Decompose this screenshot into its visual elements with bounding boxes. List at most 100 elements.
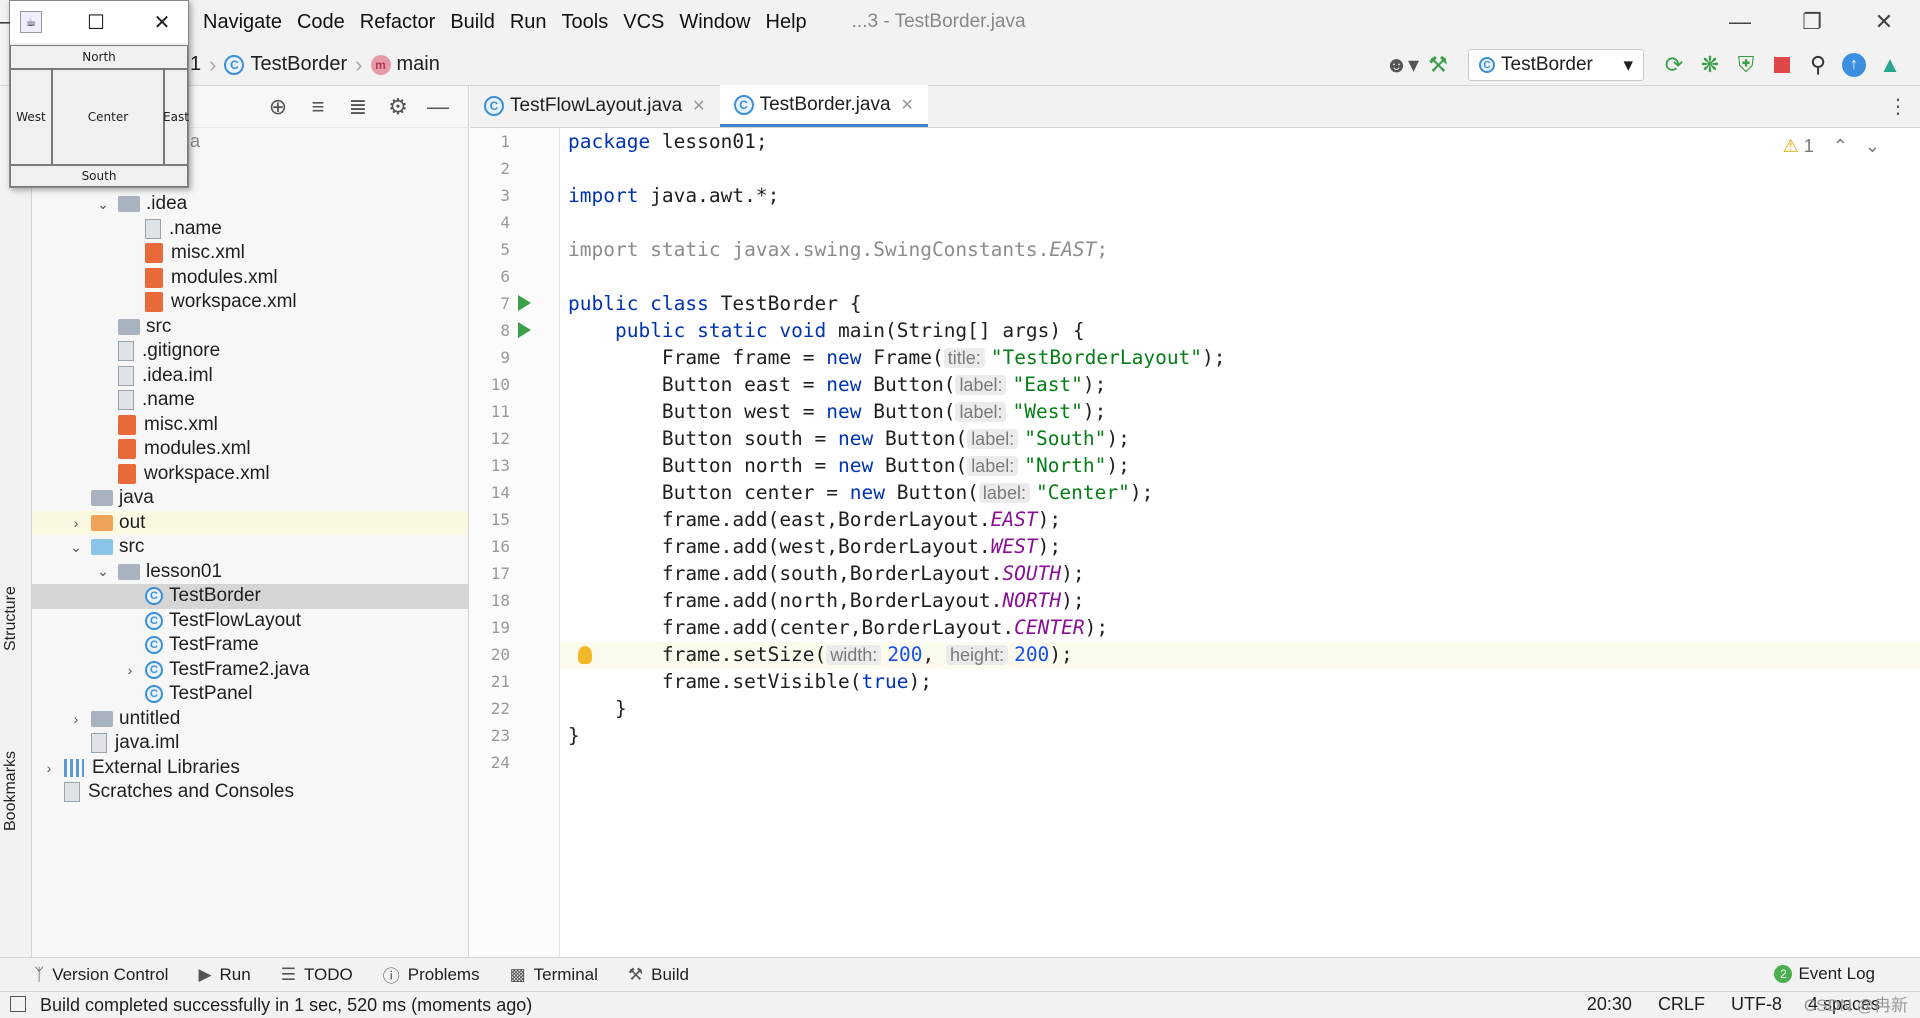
breadcrumb-method[interactable]: main — [397, 53, 440, 76]
minimize-icon[interactable]: — — [1704, 0, 1776, 44]
tool-problems[interactable]: ⓘ Problems — [383, 962, 480, 987]
tree-item[interactable]: › C TestFrame2.java — [32, 658, 468, 683]
inspection-widget[interactable]: ⚠ 1 ⌃ ⌄ — [1783, 136, 1880, 157]
line-separator[interactable]: CRLF — [1658, 994, 1705, 1015]
awt-center-button[interactable]: Center — [52, 69, 164, 165]
menu-help[interactable]: Help — [766, 11, 807, 34]
breadcrumb-class[interactable]: TestBorder — [250, 53, 347, 76]
menu-build[interactable]: Build — [450, 11, 494, 34]
collapse-all-icon[interactable]: ≣ — [338, 94, 378, 120]
close-tab-icon[interactable]: ✕ — [692, 96, 705, 116]
tree-item[interactable]: misc.xml — [32, 241, 468, 266]
code-line[interactable]: package lesson01; — [568, 125, 768, 158]
expand-all-icon[interactable]: ≡ — [298, 94, 338, 120]
chevron-right-icon[interactable]: › — [40, 760, 58, 776]
coverage-icon[interactable]: ⛨ — [1728, 49, 1764, 81]
tree-item[interactable]: modules.xml — [32, 266, 468, 291]
tree-item[interactable]: misc.xml — [32, 413, 468, 438]
menu-run[interactable]: Run — [510, 11, 547, 34]
run-configuration-select[interactable]: C TestBorder ▾ — [1468, 49, 1644, 81]
caret-position[interactable]: 20:30 — [1587, 994, 1632, 1015]
restore-icon[interactable]: ❐ — [1776, 0, 1848, 44]
chevron-right-icon[interactable]: › — [67, 711, 85, 727]
tree-item[interactable]: › out — [32, 510, 468, 535]
tree-item[interactable]: java — [32, 486, 468, 511]
tree-item[interactable]: .idea.iml — [32, 364, 468, 389]
tree-item[interactable]: workspace.xml — [32, 462, 468, 487]
tree-item[interactable]: ⌄ lesson01 — [32, 560, 468, 585]
tree-item[interactable]: › untitled — [32, 707, 468, 732]
code-editor[interactable]: 1 2 3 4 5 6 7 8 9 10 11 12 13 14 15 16 17 18 19 20 21 22 23 24 … — [470, 128, 1920, 957]
gear-icon[interactable]: ⚙ — [378, 94, 418, 120]
menu-vcs[interactable]: VCS — [623, 11, 664, 34]
search-icon[interactable]: ⚲ — [1800, 49, 1836, 81]
menu-tools[interactable]: Tools — [562, 11, 609, 34]
close-icon[interactable]: ✕ — [1848, 0, 1920, 44]
tree-item[interactable]: › External Libraries — [32, 756, 468, 781]
awt-west-button[interactable]: West — [10, 69, 52, 165]
close-icon[interactable]: ✕ — [134, 1, 190, 43]
run-class-icon[interactable] — [518, 295, 531, 311]
tree-item[interactable]: C TestPanel — [32, 682, 468, 707]
tree-item[interactable]: java.iml — [32, 731, 468, 756]
menu-refactor[interactable]: Refactor — [360, 11, 436, 34]
code-line[interactable]: import java.awt.*; — [568, 179, 779, 212]
close-tab-icon[interactable]: ✕ — [901, 95, 914, 115]
tool-todo[interactable]: ☰ TODO — [281, 965, 353, 985]
plugin-icon[interactable]: ▲ — [1872, 49, 1908, 81]
tree-item[interactable]: ⌄ .idea — [32, 192, 468, 217]
more-options-icon[interactable]: ⋮ — [1888, 94, 1908, 119]
menu-navigate[interactable]: Navigate — [203, 11, 282, 34]
debug-icon[interactable]: ❋ — [1692, 49, 1728, 81]
locate-icon[interactable]: ⊕ — [258, 94, 298, 120]
awt-north-button[interactable]: North — [10, 45, 188, 69]
chevron-up-icon[interactable]: ⌃ — [1833, 136, 1848, 156]
user-icon[interactable]: ☻▾ — [1384, 49, 1420, 81]
hide-icon[interactable]: — — [418, 94, 458, 120]
bulb-icon[interactable] — [578, 646, 592, 664]
chevron-down-icon[interactable]: ⌄ — [67, 539, 85, 556]
update-icon[interactable]: ↑ — [1836, 49, 1872, 81]
tree-item[interactable]: C TestFrame — [32, 633, 468, 658]
awt-south-button[interactable]: South — [10, 165, 188, 187]
code-line[interactable]: } — [568, 719, 580, 752]
awt-test-window[interactable]: ☕ — ☐ ✕ North West Center East South — [0, 0, 190, 188]
tab-testflowlayout[interactable]: C TestFlowLayout.java ✕ — [470, 85, 720, 127]
maximize-icon[interactable]: ☐ — [68, 1, 124, 43]
breadcrumb-root[interactable]: 1 — [190, 53, 201, 76]
tree-item[interactable]: .name — [32, 388, 468, 413]
tool-run[interactable]: ▶ Run — [198, 965, 250, 985]
chevron-right-icon[interactable]: › — [67, 515, 85, 531]
chevron-right-icon[interactable]: › — [121, 662, 139, 678]
awt-window-titlebar[interactable]: ☕ — ☐ ✕ — [0, 1, 190, 43]
tool-version-control[interactable]: ᛉ Version Control — [34, 965, 168, 985]
menu-window[interactable]: Window — [679, 11, 750, 34]
tree-item[interactable]: workspace.xml — [32, 290, 468, 315]
chevron-down-icon[interactable]: ⌄ — [94, 196, 112, 213]
menu-code[interactable]: Code — [297, 11, 345, 34]
tool-terminal[interactable]: ▩ Terminal — [510, 965, 598, 985]
tree-item[interactable]: .name — [32, 217, 468, 242]
structure-tab[interactable]: Structure — [2, 586, 20, 651]
tree-item[interactable]: .gitignore — [32, 339, 468, 364]
awt-east-button[interactable]: East — [163, 69, 189, 165]
chevron-down-icon[interactable]: ⌄ — [94, 563, 112, 580]
code-line[interactable]: import static javax.swing.SwingConstants… — [568, 233, 1108, 266]
rerun-icon[interactable]: ⟳ — [1656, 49, 1692, 81]
tree-item[interactable]: ⌄ src — [32, 535, 468, 560]
tree-item[interactable]: C TestFlowLayout — [32, 609, 468, 634]
build-hammer-icon[interactable]: ⚒ — [1420, 49, 1456, 81]
tree-item[interactable]: src — [32, 315, 468, 340]
tree-item[interactable]: C TestBorder — [32, 584, 468, 609]
layout-toggle-icon[interactable] — [10, 996, 26, 1012]
tab-testborder[interactable]: C TestBorder.java ✕ — [719, 85, 928, 127]
bookmarks-tab[interactable]: Bookmarks — [2, 751, 20, 831]
tree-item[interactable]: modules.xml — [32, 437, 468, 462]
tree-item[interactable]: Scratches and Consoles — [32, 780, 468, 805]
run-method-icon[interactable] — [518, 322, 531, 338]
event-log[interactable]: 2 Event Log — [1774, 964, 1875, 984]
file-encoding[interactable]: UTF-8 — [1731, 994, 1782, 1015]
stop-icon[interactable] — [1764, 49, 1800, 81]
minimize-icon[interactable]: — — [0, 1, 10, 43]
tool-build[interactable]: ⚒ Build — [628, 965, 689, 985]
